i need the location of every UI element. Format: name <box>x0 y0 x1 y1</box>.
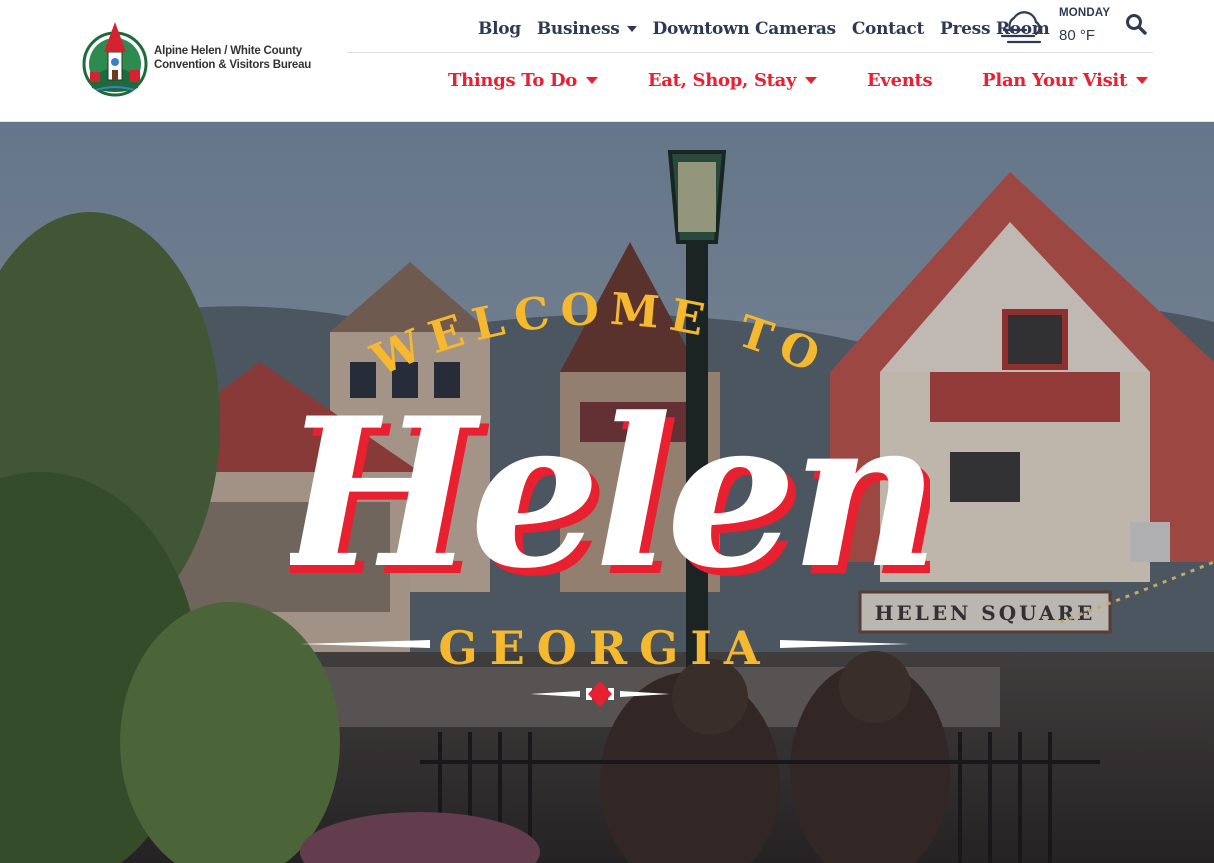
nav-eat-shop-stay-label: Eat, Shop, Stay <box>647 69 797 91</box>
main-nav: Things To Do Eat, Shop, Stay Events Plan… <box>448 60 1148 100</box>
weather-widget[interactable]: MONDAY 80 °F <box>1000 6 1115 48</box>
nav-downtown-cameras[interactable]: Downtown Cameras <box>652 19 837 39</box>
nav-eat-shop-stay[interactable]: Eat, Shop, Stay <box>647 69 818 91</box>
caret-down-icon <box>1135 76 1148 84</box>
nav-events[interactable]: Events <box>867 69 933 91</box>
logo-text: Alpine Helen / White County Convention &… <box>154 44 311 72</box>
nav-blog[interactable]: Blog <box>478 19 521 39</box>
welcome-to-label: WELCOME TO <box>363 292 825 382</box>
hero-welcome-text: WELCOME TO <box>363 292 835 382</box>
weather-day: MONDAY <box>1059 7 1111 19</box>
weather-temperature: 80 °F <box>1059 27 1096 44</box>
diamond-ornament-icon <box>530 681 670 707</box>
header-divider <box>347 52 1153 53</box>
svg-text:WELCOME TO: WELCOME TO <box>363 292 835 382</box>
nav-contact[interactable]: Contact <box>851 19 925 39</box>
nav-contact-label: Contact <box>851 19 925 39</box>
caret-down-icon <box>626 26 637 32</box>
hero-banner: HELEN SQUARE WELCOME TO Helen Helen GEOR… <box>0 122 1214 863</box>
logo-line-1: Alpine Helen / White County <box>154 45 302 57</box>
nav-plan-your-visit[interactable]: Plan Your Visit <box>982 70 1148 91</box>
chapel-logo-icon <box>82 22 148 97</box>
nav-things-to-do-label: Things To Do <box>448 69 578 91</box>
nav-events-label: Events <box>867 69 933 91</box>
nav-business[interactable]: Business <box>537 19 637 39</box>
site-logo[interactable]: Alpine Helen / White County Convention &… <box>82 18 312 98</box>
nav-business-label: Business <box>536 19 620 39</box>
nav-blog-label: Blog <box>478 19 521 39</box>
hero-subtitle: GEORGIA <box>300 621 910 675</box>
hero-title-text: Helen <box>290 377 930 607</box>
hero-title: Helen Helen <box>290 377 930 607</box>
nav-things-to-do[interactable]: Things To Do <box>448 69 599 91</box>
nav-plan-your-visit-label: Plan Your Visit <box>982 69 1127 91</box>
caret-down-icon <box>805 76 818 84</box>
fog-cloud-icon <box>1000 11 1042 44</box>
utility-nav: Blog Business Downtown Cameras Contact P… <box>470 8 1057 50</box>
search-icon[interactable] <box>1124 12 1148 36</box>
site-header: Alpine Helen / White County Convention &… <box>0 0 1214 122</box>
georgia-label: GEORGIA <box>438 621 771 675</box>
nav-downtown-cameras-label: Downtown Cameras <box>652 19 837 39</box>
caret-down-icon <box>586 76 599 84</box>
logo-line-2: Convention & Visitors Bureau <box>154 59 312 71</box>
